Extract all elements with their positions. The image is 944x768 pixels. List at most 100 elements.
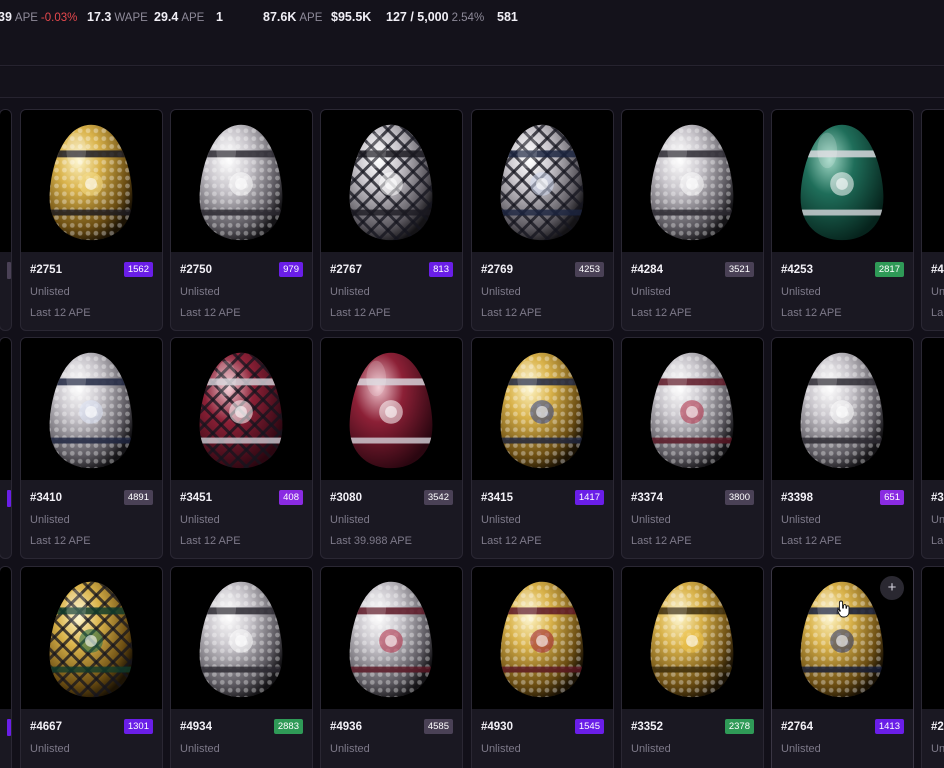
rarity-rank-badge: 2817 (874, 262, 904, 277)
nft-image[interactable] (321, 110, 462, 252)
last-sale-price: Last 12 APE (30, 535, 91, 547)
stat-unit: WAPE (114, 12, 148, 24)
last-sale-price: Last 12 APE (781, 535, 842, 547)
stat-market-cap: $95.5K (331, 10, 371, 24)
nft-card-partial-left[interactable] (0, 109, 12, 331)
rarity-rank-badge: 2378 (724, 719, 754, 734)
nft-card-partial-left[interactable] (0, 337, 12, 559)
nft-card[interactable]: #3398 651 Unlisted Last 12 APE (771, 337, 914, 559)
token-id: #3080 (330, 492, 362, 504)
nft-image[interactable] (772, 110, 913, 252)
last-sale-price: Last 12 APE (481, 307, 542, 319)
nft-card[interactable]: #3080 3542 Unlisted Last 39.988 APE (320, 337, 463, 559)
stat-unit: APE (14, 12, 38, 24)
nft-card-partial-right[interactable]: #4 Un La (921, 109, 944, 331)
stat-unit: APE (299, 12, 323, 24)
nft-image[interactable] (171, 338, 312, 480)
listing-status: Unlisted (180, 286, 220, 298)
last-sale-price: Last 12 APE (30, 307, 91, 319)
rarity-rank-badge: 1545 (574, 719, 604, 734)
nft-image[interactable] (21, 110, 162, 252)
nft-image[interactable] (772, 338, 913, 480)
nft-image[interactable] (622, 567, 763, 709)
nft-image[interactable] (171, 110, 312, 252)
nft-card-partial-left[interactable] (0, 566, 12, 768)
token-id: #4 (931, 264, 944, 276)
nft-image[interactable] (922, 567, 944, 709)
nft-card[interactable]: #4936 4585 Unlisted (320, 566, 463, 768)
nft-image[interactable] (622, 338, 763, 480)
last-sale-price: Last 12 APE (481, 535, 542, 547)
listing-status: Unlisted (481, 286, 521, 298)
nft-image[interactable] (622, 110, 763, 252)
nft-image[interactable] (171, 567, 312, 709)
nft-card[interactable]: #4253 2817 Unlisted Last 12 APE (771, 109, 914, 331)
token-id: #4284 (631, 264, 663, 276)
last-sale-price: Last 12 APE (781, 307, 842, 319)
token-id: #2764 (781, 721, 813, 733)
nft-card[interactable]: #3415 1417 Unlisted Last 12 APE (471, 337, 614, 559)
stat-change: -0.03% (40, 12, 78, 24)
listing-status: Unlisted (781, 514, 821, 526)
listing-status: Unlisted (781, 286, 821, 298)
stat-24h-sales: 1 (216, 10, 223, 24)
rarity-rank-badge: 4253 (574, 262, 604, 277)
nft-egg-image (349, 352, 433, 469)
rarity-rank-badge (7, 490, 11, 507)
token-id: #2769 (481, 264, 513, 276)
nft-image[interactable] (321, 338, 462, 480)
nft-card[interactable]: #2767 813 Unlisted Last 12 APE (320, 109, 463, 331)
listing-status: Unlisted (180, 743, 220, 755)
nft-card[interactable]: #4930 1545 Unlisted (471, 566, 614, 768)
nft-card[interactable]: #3451 408 Unlisted Last 12 APE (170, 337, 313, 559)
rarity-rank-badge: 651 (880, 490, 904, 505)
nft-card[interactable]: #3374 3800 Unlisted Last 12 APE (621, 337, 764, 559)
nft-card[interactable]: #2769 4253 Unlisted Last 12 APE (471, 109, 614, 331)
nft-image[interactable] (0, 567, 11, 709)
token-id: #3 (931, 492, 944, 504)
nft-image[interactable] (472, 567, 613, 709)
listing-status: Unlisted (330, 286, 370, 298)
listing-status: Unlisted (481, 514, 521, 526)
nft-image[interactable] (0, 338, 11, 480)
nft-image[interactable] (472, 110, 613, 252)
stat-value: 581 (497, 10, 518, 24)
stat-value: 87.6K (263, 10, 297, 24)
stat-value: 127 / 5,000 (386, 10, 449, 24)
token-id: #3415 (481, 492, 513, 504)
token-id: #3352 (631, 721, 663, 733)
nft-card[interactable]: #4667 1301 Unlisted (20, 566, 163, 768)
nft-card[interactable]: #2750 979 Unlisted Last 12 APE (170, 109, 313, 331)
nft-card[interactable]: #3352 2378 Unlisted (621, 566, 764, 768)
nft-image[interactable] (321, 567, 462, 709)
nft-image[interactable] (21, 567, 162, 709)
rarity-rank-badge: 3521 (724, 262, 754, 277)
last-sale-price: Last 12 APE (631, 535, 692, 547)
listing-status: Unlisted (30, 286, 70, 298)
add-to-cart-button[interactable]: + (880, 576, 904, 600)
listing-status: Un (931, 286, 944, 298)
nft-card[interactable]: #2764 1413 Unlisted + (771, 566, 914, 768)
nft-image[interactable] (21, 338, 162, 480)
nft-egg-image (349, 124, 433, 241)
last-sale-price: Last 12 APE (180, 307, 241, 319)
nft-card[interactable]: #4934 2883 Unlisted (170, 566, 313, 768)
token-id: #4253 (781, 264, 813, 276)
nft-image[interactable] (472, 338, 613, 480)
nft-card-partial-right[interactable]: #2 Un (921, 566, 944, 768)
stat-value: $95.5K (331, 10, 372, 24)
nft-card[interactable]: #4284 3521 Unlisted Last 12 APE (621, 109, 764, 331)
nft-egg-image (650, 581, 734, 698)
nft-card-partial-right[interactable]: #3 Un La (921, 337, 944, 559)
nft-egg-image (500, 581, 584, 698)
nft-egg-image (49, 581, 133, 698)
listing-status: Unlisted (180, 514, 220, 526)
rarity-rank-badge: 979 (279, 262, 303, 277)
nft-egg-image (800, 124, 884, 241)
nft-image[interactable] (922, 110, 944, 252)
nft-image[interactable] (0, 110, 11, 252)
last-sale-price: La (931, 307, 944, 319)
nft-card[interactable]: #2751 1562 Unlisted Last 12 APE (20, 109, 163, 331)
nft-card[interactable]: #3410 4891 Unlisted Last 12 APE (20, 337, 163, 559)
nft-image[interactable] (922, 338, 944, 480)
